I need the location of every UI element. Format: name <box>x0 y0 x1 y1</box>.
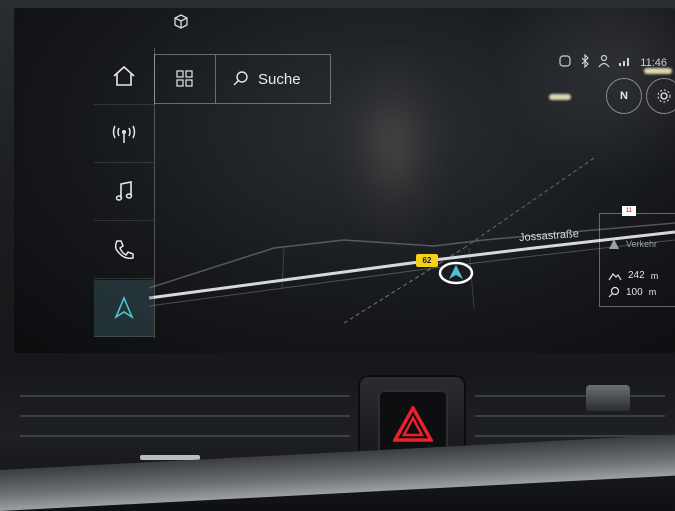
traffic-icon <box>609 239 619 249</box>
infotainment-screen: 11:46 Suche N Jossastraße 62 11 Verkehr … <box>14 8 675 353</box>
clock-time: 11:46 <box>640 56 667 69</box>
vent-slat <box>475 395 665 397</box>
map-3d-icon[interactable] <box>172 13 190 36</box>
search-icon <box>233 71 248 86</box>
rail-item-radio[interactable] <box>94 106 154 163</box>
traffic-label: Verkehr <box>626 239 658 249</box>
music-note-icon <box>115 181 133 201</box>
main-menu-rail <box>94 48 155 338</box>
info-badge: 11 <box>622 206 636 216</box>
bluetooth-icon <box>580 53 590 71</box>
vent-slat <box>20 415 350 417</box>
vent-slat <box>20 435 350 437</box>
grid-icon <box>176 70 193 87</box>
signal-icon <box>618 55 632 70</box>
vent-control-knob[interactable] <box>586 385 630 411</box>
navigation-arrow-icon <box>114 295 134 320</box>
rail-item-phone[interactable] <box>94 222 154 279</box>
scale-value: 100 <box>626 286 643 298</box>
traffic-row: Verkehr <box>608 238 657 250</box>
user-icon <box>598 54 610 71</box>
altitude-value: 242 <box>628 270 645 281</box>
scale-row: 100 m <box>608 286 656 298</box>
altitude-row: 242 m <box>608 270 658 281</box>
map-settings-button[interactable] <box>646 78 675 114</box>
rail-item-home[interactable] <box>94 48 154 105</box>
gear-icon <box>657 89 671 103</box>
safety-icon <box>558 54 572 71</box>
route-info-panel[interactable]: 11 Verkehr 242 m 100 m <box>599 206 675 307</box>
radio-icon <box>112 125 136 143</box>
altitude-unit: m <box>650 270 659 281</box>
reflection-glare <box>334 48 454 248</box>
hazard-triangle-icon <box>393 406 433 442</box>
vent-slat <box>475 415 665 417</box>
compass-button[interactable]: N <box>606 78 642 114</box>
speed-limit-sign: 62 <box>416 254 438 267</box>
rail-item-navigation[interactable] <box>94 280 154 337</box>
menu-grid-button[interactable] <box>155 55 216 103</box>
vehicle-position-icon <box>438 260 474 286</box>
mountain-icon <box>608 272 622 280</box>
vent-slat <box>20 395 350 397</box>
status-bar: 11:46 <box>558 53 667 71</box>
zoom-icon <box>608 286 620 298</box>
compass-label: N <box>620 90 628 102</box>
rail-item-media[interactable] <box>94 164 154 221</box>
home-icon <box>113 65 135 86</box>
scale-unit: m <box>648 287 657 297</box>
search-label: Suche <box>258 70 301 88</box>
phone-icon <box>114 240 134 260</box>
ceiling-light-reflection <box>549 94 571 100</box>
search-button[interactable]: Suche <box>216 55 330 103</box>
nav-toolbar: Suche <box>154 54 331 104</box>
